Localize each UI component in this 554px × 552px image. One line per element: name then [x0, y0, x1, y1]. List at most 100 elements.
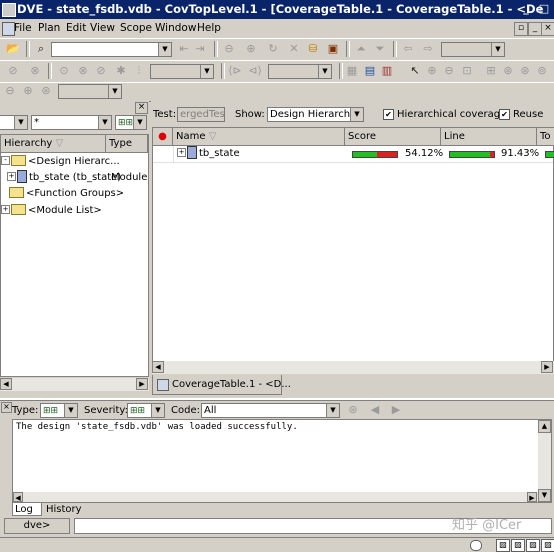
expand-icon[interactable]: + — [1, 204, 10, 214]
menu-help[interactable]: Help — [197, 21, 221, 36]
tree-item[interactable]: + tb_state (tb_state) — [7, 169, 121, 185]
load-icon[interactable]: ⛁ — [306, 42, 320, 56]
prev-message-icon[interactable]: ◀ — [368, 403, 382, 417]
code-combo[interactable]: All ▼ — [201, 403, 340, 418]
scroll-left-icon[interactable]: ◀ — [152, 361, 164, 373]
col-line[interactable]: Line — [441, 128, 537, 146]
forward-icon[interactable]: ⇨ — [421, 42, 435, 56]
reuse-checkbox[interactable]: ✔ Reuse — [499, 107, 543, 122]
time-combo[interactable]: ▼ — [150, 64, 214, 79]
scope-type-combo[interactable]: ▼ — [0, 115, 28, 130]
v-scrollbar[interactable]: ▲ ▼ — [538, 420, 551, 502]
history-combo[interactable]: ▼ — [441, 42, 505, 57]
find-next-icon[interactable]: ⇥ — [193, 42, 207, 56]
delete-icon[interactable]: ✕ — [287, 42, 301, 56]
checkbox-icon[interactable]: ✔ — [383, 108, 394, 120]
filter-mode-combo[interactable]: ⊞⊞ ▼ — [115, 115, 147, 130]
binoculars-icon[interactable]: ⌕ — [34, 42, 48, 56]
scroll-right-icon[interactable]: ▶ — [527, 492, 537, 502]
break-icon[interactable]: ⫶ — [132, 64, 146, 78]
zoom-plus-small-icon[interactable]: ⊕ — [21, 84, 35, 98]
col-toggle[interactable]: To — [537, 128, 554, 146]
next-message-icon[interactable]: ▶ — [389, 403, 403, 417]
menu-window[interactable]: Window — [155, 21, 196, 36]
expand-icon[interactable]: + — [7, 171, 16, 181]
find-combo[interactable]: ▼ — [51, 42, 172, 57]
run-icon[interactable]: ✱ — [114, 64, 128, 78]
menu-scope[interactable]: Scope — [120, 21, 152, 36]
expand-icon[interactable]: - — [1, 155, 10, 165]
col-score[interactable]: Score — [345, 128, 441, 146]
scroll-right-icon[interactable]: ▶ — [541, 361, 553, 373]
edge-combo[interactable]: ▼ — [268, 64, 332, 79]
tab-history[interactable]: History — [44, 503, 88, 516]
redo-zoom-icon[interactable]: ⊛ — [518, 64, 532, 78]
hier-cov-checkbox[interactable]: ✔ Hierarchical coverage — [383, 107, 506, 122]
lock-icon[interactable]: ⊞ — [484, 64, 498, 78]
up-icon[interactable]: ⏶ — [354, 42, 368, 56]
menu-edit[interactable]: Edit — [66, 21, 86, 36]
splitter[interactable] — [0, 398, 554, 401]
log-h-scrollbar[interactable]: ◀ ▶ — [13, 492, 538, 502]
zoom-fit-icon[interactable]: ⊡ — [460, 64, 474, 78]
back-icon[interactable]: ⇦ — [401, 42, 415, 56]
tab-log[interactable]: Log — [12, 503, 42, 516]
menu-plan[interactable]: Plan — [38, 21, 60, 36]
col-marker[interactable]: ● — [153, 128, 173, 146]
open-folder-icon[interactable]: 📂 — [6, 42, 20, 56]
scroll-down-icon[interactable]: ▼ — [538, 489, 551, 502]
coverage-h-scrollbar[interactable]: ◀ ▶ — [152, 361, 554, 374]
scroll-left-icon[interactable]: ◀ — [13, 492, 23, 502]
pointer-icon[interactable]: ↖ — [408, 64, 422, 78]
expand-icon[interactable]: + — [177, 147, 186, 157]
next-edge-icon[interactable]: ⊲⟩ — [248, 64, 262, 78]
bars-icon[interactable]: ▥ — [380, 64, 394, 78]
zoom-in-icon[interactable]: ⊕ — [244, 42, 258, 56]
zoom-out-icon[interactable]: ⊖ — [222, 42, 236, 56]
col-hierarchy[interactable]: Hierarchy ▽ — [1, 135, 106, 153]
show-combo[interactable]: Design Hierarchy ▼ — [267, 107, 364, 122]
scroll-left-icon[interactable]: ◀ — [0, 378, 12, 390]
check-icon[interactable]: ⊙ — [57, 64, 71, 78]
col-type[interactable]: Type — [106, 135, 148, 153]
checkbox-icon[interactable]: ✔ — [499, 108, 510, 120]
tab-coverage-table[interactable]: CoverageTable.1 - <D... — [152, 375, 291, 395]
tree-item[interactable]: + <Module List> — [1, 203, 102, 218]
status-icon-3[interactable]: ▨ — [526, 539, 540, 552]
close-pane-icon[interactable]: × — [135, 102, 148, 114]
cross-icon[interactable]: ⊗ — [76, 64, 90, 78]
status-icon-4[interactable]: ▨ — [541, 539, 554, 552]
full-zoom-icon[interactable]: ⊚ — [535, 64, 549, 78]
clear-icon[interactable]: ⊛ — [346, 403, 360, 417]
stop-icon[interactable]: ⊘ — [94, 64, 108, 78]
step-icon[interactable]: ⊘ — [6, 64, 20, 78]
find-prev-icon[interactable]: ⇤ — [177, 42, 191, 56]
minimize-icon[interactable]: _ — [520, 2, 532, 15]
prev-edge-icon[interactable]: ⟨⊳ — [228, 64, 242, 78]
test-field[interactable]: ergedTest — [177, 107, 225, 122]
zoom-reset-small-icon[interactable]: ⊛ — [39, 84, 53, 98]
tree-item[interactable]: <Function Groups> — [1, 186, 124, 201]
undo-zoom-icon[interactable]: ⊛ — [501, 64, 515, 78]
tree-item[interactable]: - <Design Hierarc... — [1, 154, 120, 169]
menu-view[interactable]: View — [90, 21, 115, 36]
filter-combo[interactable]: * ▼ — [31, 115, 112, 130]
type-combo[interactable]: ⊞⊞ ▼ — [40, 403, 78, 418]
refresh-icon[interactable]: ↻ — [266, 42, 280, 56]
zoom-area-icon[interactable]: ⊕ — [425, 64, 439, 78]
menu-file[interactable]: File — [14, 21, 32, 36]
maximize-icon[interactable]: □ — [538, 2, 550, 15]
continue-icon[interactable]: ⊗ — [28, 64, 42, 78]
zoom-combo[interactable]: ▼ — [58, 84, 122, 99]
status-icon-2[interactable]: ▨ — [511, 539, 525, 552]
grid-icon[interactable]: ▦ — [345, 64, 359, 78]
save-icon[interactable]: ▣ — [326, 42, 340, 56]
zoom-minus-icon[interactable]: ⊖ — [442, 64, 456, 78]
severity-combo[interactable]: ⊞⊞ ▼ — [127, 403, 165, 418]
col-name[interactable]: Name ▽ — [173, 128, 345, 146]
close-console-icon[interactable]: × — [1, 402, 12, 413]
table-row[interactable]: + tb_state 54.12% 91.43% — [153, 145, 554, 163]
mdi-close-icon[interactable]: × — [541, 22, 554, 36]
mdi-minimize-icon[interactable]: _ — [528, 22, 542, 36]
down-icon[interactable]: ⏷ — [373, 42, 387, 56]
